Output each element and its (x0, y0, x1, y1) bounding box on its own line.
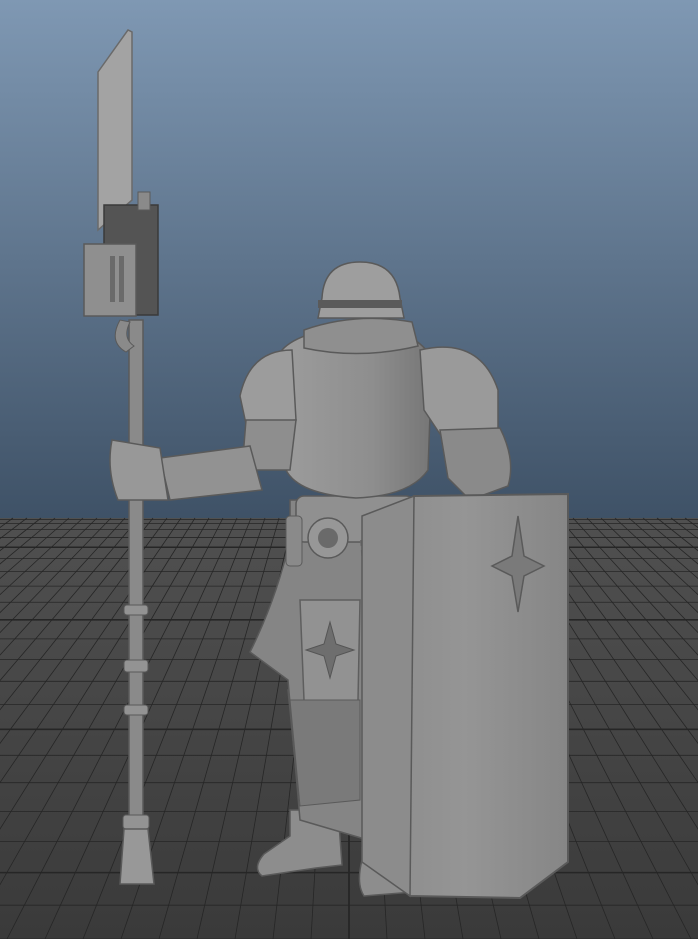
halberd-ring-4 (122, 814, 150, 830)
helmet-visor (318, 300, 402, 308)
halberd-ring-2 (123, 659, 149, 673)
halberd-butt-cap (119, 828, 155, 885)
halberd-slot-1 (110, 256, 115, 302)
left-gauntlet (109, 439, 169, 501)
halberd-head-plate (137, 191, 151, 211)
belt-pouch (285, 515, 303, 567)
halberd-ring-3 (123, 704, 149, 716)
tower-shield[interactable] (360, 492, 569, 900)
3d-viewport[interactable] (0, 0, 698, 939)
halberd-ring-1 (123, 604, 149, 616)
viewport-scene[interactable] (0, 0, 698, 939)
skull-icon (318, 528, 338, 548)
halberd-shaft (128, 319, 144, 841)
shield-side (361, 494, 415, 898)
tabard-lower (289, 699, 361, 807)
halberd-slot-2 (119, 256, 124, 302)
